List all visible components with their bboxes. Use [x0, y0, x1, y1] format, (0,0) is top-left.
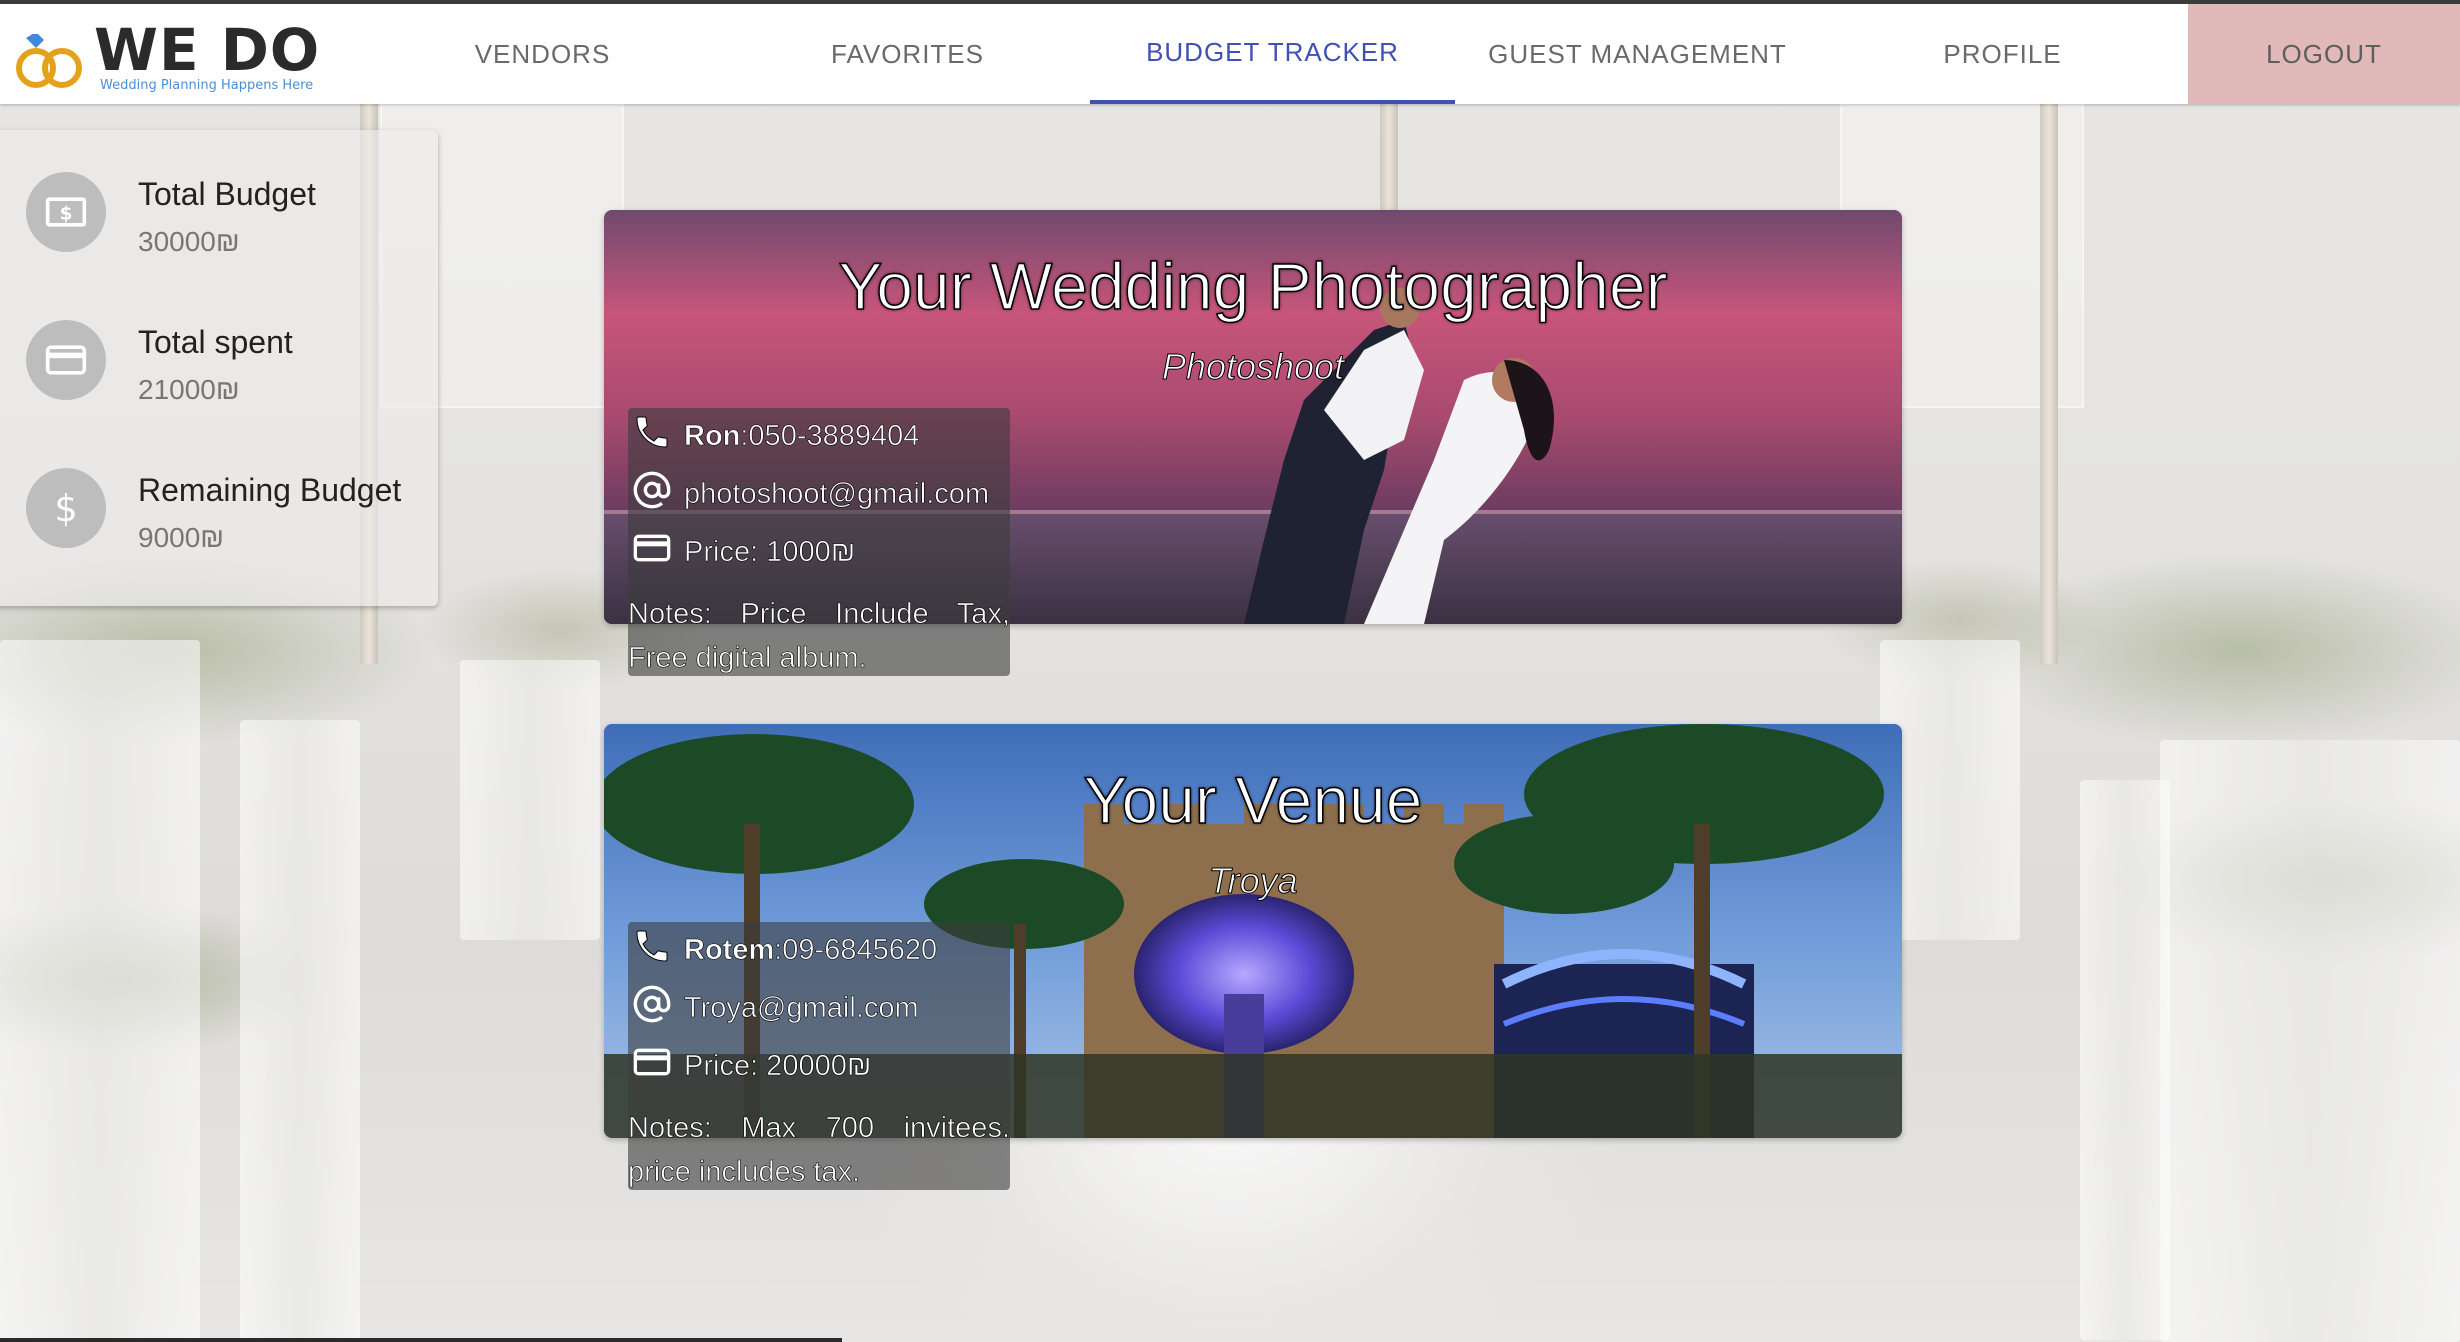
avatar: $	[26, 468, 106, 548]
vendor-info-box: Ron:050-3889404 photoshoot@gmail.com Pri…	[628, 408, 1010, 676]
summary-value: 9000₪	[138, 522, 225, 553]
we-do-logo[interactable]: WE DO Wedding Planning Happens Here	[14, 16, 344, 98]
contact-name: Rotem	[684, 934, 775, 967]
summary-item-total-budget: $ Total Budget 30000₪	[0, 130, 438, 278]
tab-vendors[interactable]: VENDORS	[360, 4, 725, 104]
price-row: Price: 20000₪	[628, 1042, 1010, 1086]
horizontal-scrollbar[interactable]	[0, 1338, 842, 1342]
contact-phone: :09-6845620	[774, 934, 938, 967]
summary-item-total-spent: Total spent 21000₪	[0, 278, 438, 426]
vendor-category-title: Your Wedding Photographer	[838, 248, 1669, 324]
vendor-name: Troya	[1208, 860, 1298, 902]
tab-favorites[interactable]: FAVORITES	[725, 4, 1090, 104]
avatar	[26, 320, 106, 400]
summary-label: Total spent	[138, 324, 293, 360]
tab-budget-tracker[interactable]: BUDGET TRACKER	[1090, 4, 1455, 104]
rings-icon	[16, 34, 82, 88]
summary-value: 21000₪	[138, 374, 240, 405]
vendor-name: Photoshoot	[1161, 346, 1345, 388]
contact-email: photoshoot@gmail.com	[684, 478, 990, 511]
svg-text:$: $	[54, 487, 77, 530]
logout-button[interactable]: LOGOUT	[2188, 4, 2460, 104]
credit-card-icon	[45, 345, 87, 375]
vendor-price: Price: 1000₪	[684, 536, 856, 569]
phone-row: Ron:050-3889404	[628, 412, 1010, 456]
avatar: $	[26, 172, 106, 252]
top-navigation-bar: WE DO Wedding Planning Happens Here VEND…	[0, 0, 2460, 104]
vendor-card-photographer[interactable]: Your Wedding Photographer Photoshoot Ron…	[604, 210, 1902, 676]
logo-tagline: Wedding Planning Happens Here	[100, 78, 314, 93]
vendor-notes: Notes: Price Include Tax, Free digital a…	[628, 598, 1011, 675]
tab-profile[interactable]: PROFILE	[1820, 4, 2185, 104]
price-row: Price: 1000₪	[628, 528, 1010, 572]
tab-guest-management[interactable]: GUEST MANAGEMENT	[1455, 4, 1820, 104]
phone-row: Rotem:09-6845620	[628, 926, 1010, 970]
dollar-icon: $	[54, 487, 77, 530]
credit-card-icon	[633, 534, 671, 562]
at-sign-icon	[633, 985, 671, 1023]
vendor-notes: Notes: Max 700 invitees. price includes …	[628, 1112, 1011, 1189]
summary-item-remaining-budget: $ Remaining Budget 9000₪	[0, 426, 438, 574]
contact-phone: :050-3889404	[740, 420, 920, 453]
vendor-card-venue[interactable]: Your Venue Troya Rotem:09-6845620 Troya@…	[604, 724, 1902, 1190]
main-nav: VENDORS FAVORITES BUDGET TRACKER GUEST M…	[360, 4, 2185, 104]
svg-text:$: $	[60, 203, 73, 224]
money-icon: $	[45, 197, 87, 227]
summary-label: Remaining Budget	[138, 472, 402, 508]
at-sign-icon	[633, 471, 671, 509]
vendor-category-title: Your Venue	[1083, 762, 1423, 838]
email-row: Troya@gmail.com	[628, 984, 1010, 1028]
contact-email: Troya@gmail.com	[684, 992, 919, 1025]
phone-icon	[636, 930, 668, 962]
email-row: photoshoot@gmail.com	[628, 470, 1010, 514]
summary-value: 30000₪	[138, 226, 240, 257]
logo-text: WE DO	[94, 16, 321, 84]
vendor-price: Price: 20000₪	[684, 1050, 872, 1083]
credit-card-icon	[633, 1048, 671, 1076]
budget-summary-panel: $ Total Budget 30000₪ Total spent 21000₪…	[0, 130, 438, 606]
phone-icon	[636, 416, 668, 448]
contact-name: Ron	[684, 420, 741, 453]
summary-label: Total Budget	[138, 176, 316, 212]
vendor-info-box: Rotem:09-6845620 Troya@gmail.com Price: …	[628, 922, 1010, 1190]
